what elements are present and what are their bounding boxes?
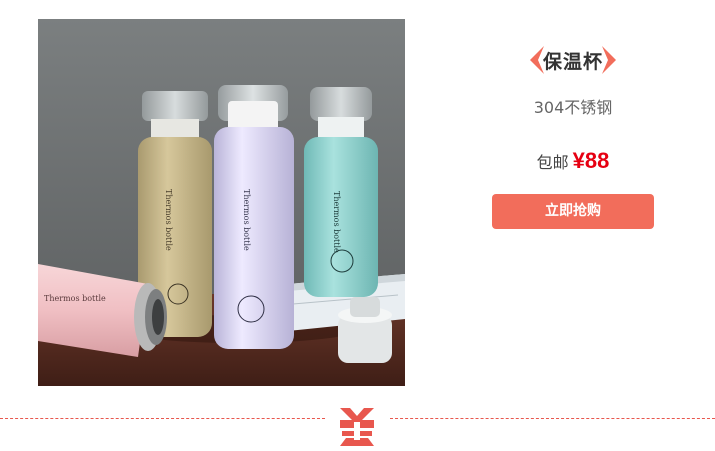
price: ¥88	[572, 148, 610, 173]
buy-now-button[interactable]: 立即抢购	[492, 194, 654, 229]
divider-line-right	[390, 418, 715, 419]
product-title: 保温杯	[542, 50, 603, 73]
lavender-bottle-label: Thermos bottle	[242, 189, 251, 251]
product-subtitle: 304不锈钢	[533, 98, 613, 117]
divider-line-left	[0, 418, 325, 419]
product-photo: Thermos bottle Thermos bottle Thermos bo…	[38, 19, 405, 386]
khaki-bottle-label: Thermos bottle	[164, 189, 173, 251]
pink-bottle-label: Thermos bottle	[44, 294, 106, 303]
left-bracket-icon	[530, 46, 544, 74]
mint-bottle: Thermos bottle	[304, 87, 378, 297]
section-divider	[0, 404, 715, 446]
mint-bottle-label: Thermos bottle	[332, 191, 341, 253]
title-banner: 保温杯	[492, 40, 654, 80]
price-line: 包邮 ¥88	[492, 148, 654, 182]
product-info: 保温杯 304不锈钢 包邮 ¥88 立即抢购	[492, 40, 654, 229]
right-bracket-icon	[602, 46, 616, 74]
shipping-label: 包邮	[536, 153, 569, 172]
decorative-emblem-icon	[340, 408, 374, 446]
